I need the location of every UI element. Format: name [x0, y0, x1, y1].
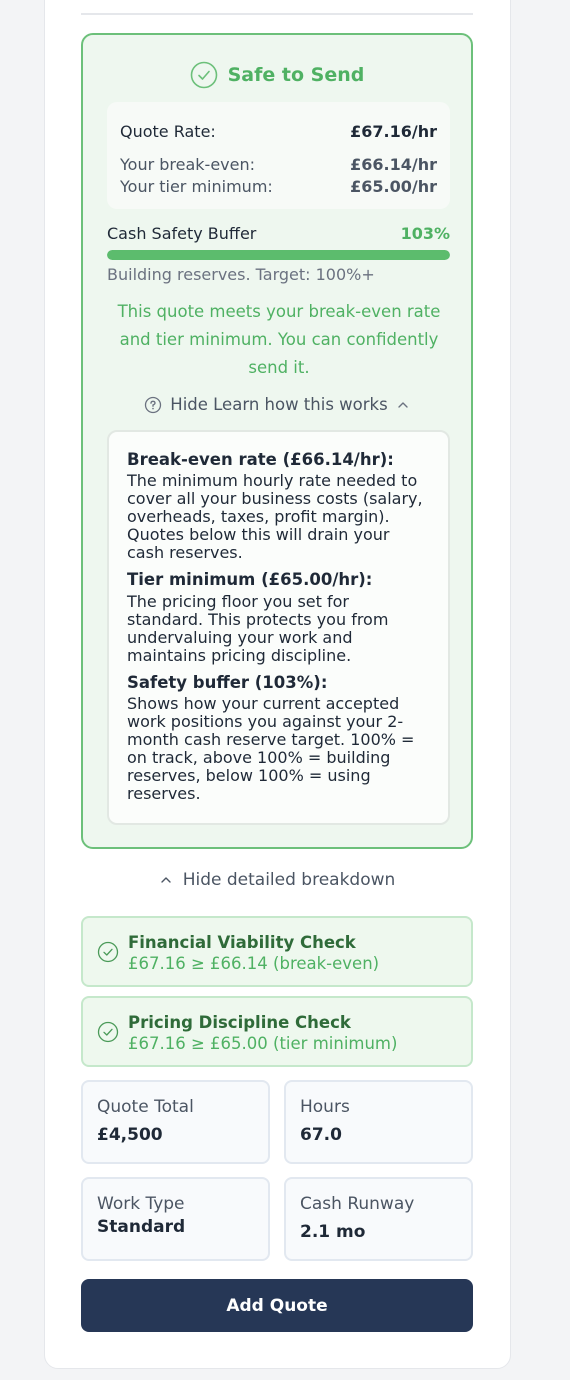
quote-rate-value: £67.16/hr: [350, 122, 437, 141]
status-title: Safe to Send: [227, 64, 365, 86]
cash-runway-stat: Cash Runway 2.1 mo: [284, 1177, 473, 1261]
stat-label: Hours: [300, 1097, 350, 1117]
quote-rate-label: Quote Rate:: [120, 122, 216, 141]
status-header: Safe to Send: [83, 61, 471, 89]
check-circle-icon: [97, 941, 119, 963]
safe-message: This quote meets your break-even rate an…: [117, 302, 441, 377]
stat-value: 67.0: [300, 1125, 342, 1145]
help-circle-icon: [145, 396, 162, 413]
add-quote-button[interactable]: Add Quote: [81, 1279, 473, 1332]
explainer-body: Shows how your current accepted work pos…: [127, 694, 415, 803]
stat-value: £4,500: [97, 1125, 163, 1145]
break-even-explainer: Break-even rate (£66.14/hr): The minimum…: [127, 450, 430, 562]
safety-buffer-explainer: Safety buffer (103%): Shows how your cur…: [127, 673, 430, 803]
check-title: Pricing Discipline Check: [128, 1013, 351, 1032]
stat-label: Cash Runway: [300, 1194, 415, 1214]
explainer-heading: Tier minimum (£65.00/hr):: [127, 570, 373, 589]
stat-label: Quote Total: [97, 1097, 194, 1117]
breakdown-toggle-button[interactable]: Hide detailed breakdown: [81, 870, 473, 890]
check-title: Financial Viability Check: [128, 933, 356, 952]
chevron-up-icon: [161, 877, 171, 883]
check-detail: £67.16 ≥ £65.00 (tier minimum): [128, 1034, 398, 1053]
financial-viability-check: Financial Viability Check £67.16 ≥ £66.1…: [81, 916, 473, 987]
break-even-value: £66.14/hr: [350, 155, 437, 174]
divider: [81, 13, 473, 15]
cash-buffer-bar-fill: [107, 250, 450, 260]
chevron-up-icon: [398, 401, 408, 408]
tier-minimum-row: Your tier minimum: £65.00/hr: [120, 177, 437, 196]
work-type-stat: Work Type Standard: [81, 1177, 270, 1261]
check-circle-icon: [97, 1021, 119, 1043]
stat-label: Work Type: [97, 1194, 185, 1214]
pricing-discipline-check: Pricing Discipline Check £67.16 ≥ £65.00…: [81, 996, 473, 1067]
tier-minimum-explainer: Tier minimum (£65.00/hr): The pricing fl…: [127, 570, 430, 665]
explainer-heading: Safety buffer (103%):: [127, 673, 328, 692]
tier-minimum-value: £65.00/hr: [350, 177, 437, 196]
check-circle-icon: [190, 61, 217, 89]
rate-summary: Quote Rate: £67.16/hr Your break-even: £…: [107, 102, 450, 209]
cash-buffer-percent: 103%: [400, 224, 450, 243]
cash-buffer-bar: [107, 250, 450, 260]
safe-to-send-panel: Safe to Send Quote Rate: £67.16/hr Your …: [81, 33, 473, 849]
explainer-heading: Break-even rate (£66.14/hr):: [127, 450, 394, 469]
learn-toggle-label: Hide Learn how this works: [170, 395, 388, 414]
learn-explainer: Break-even rate (£66.14/hr): The minimum…: [107, 430, 450, 825]
stat-value: Standard: [97, 1217, 186, 1237]
break-even-row: Your break-even: £66.14/hr: [120, 155, 437, 174]
break-even-label: Your break-even:: [120, 155, 255, 174]
cash-buffer-note: Building reserves. Target: 100%+: [107, 265, 375, 284]
explainer-body: The minimum hourly rate needed to cover …: [127, 471, 423, 562]
quote-total-stat: Quote Total £4,500: [81, 1080, 270, 1164]
explainer-body: The pricing floor you set for standard. …: [127, 592, 389, 665]
stat-value: 2.1 mo: [300, 1222, 366, 1242]
breakdown-toggle-label: Hide detailed breakdown: [182, 870, 396, 890]
cash-buffer-row: Cash Safety Buffer 103%: [107, 224, 450, 243]
tier-minimum-label: Your tier minimum:: [120, 177, 273, 196]
quote-rate-row: Quote Rate: £67.16/hr: [120, 122, 437, 141]
cash-buffer-label: Cash Safety Buffer: [107, 224, 257, 243]
check-detail: £67.16 ≥ £66.14 (break-even): [128, 954, 380, 973]
hours-stat: Hours 67.0: [284, 1080, 473, 1164]
learn-toggle-button[interactable]: Hide Learn how this works: [83, 395, 471, 414]
